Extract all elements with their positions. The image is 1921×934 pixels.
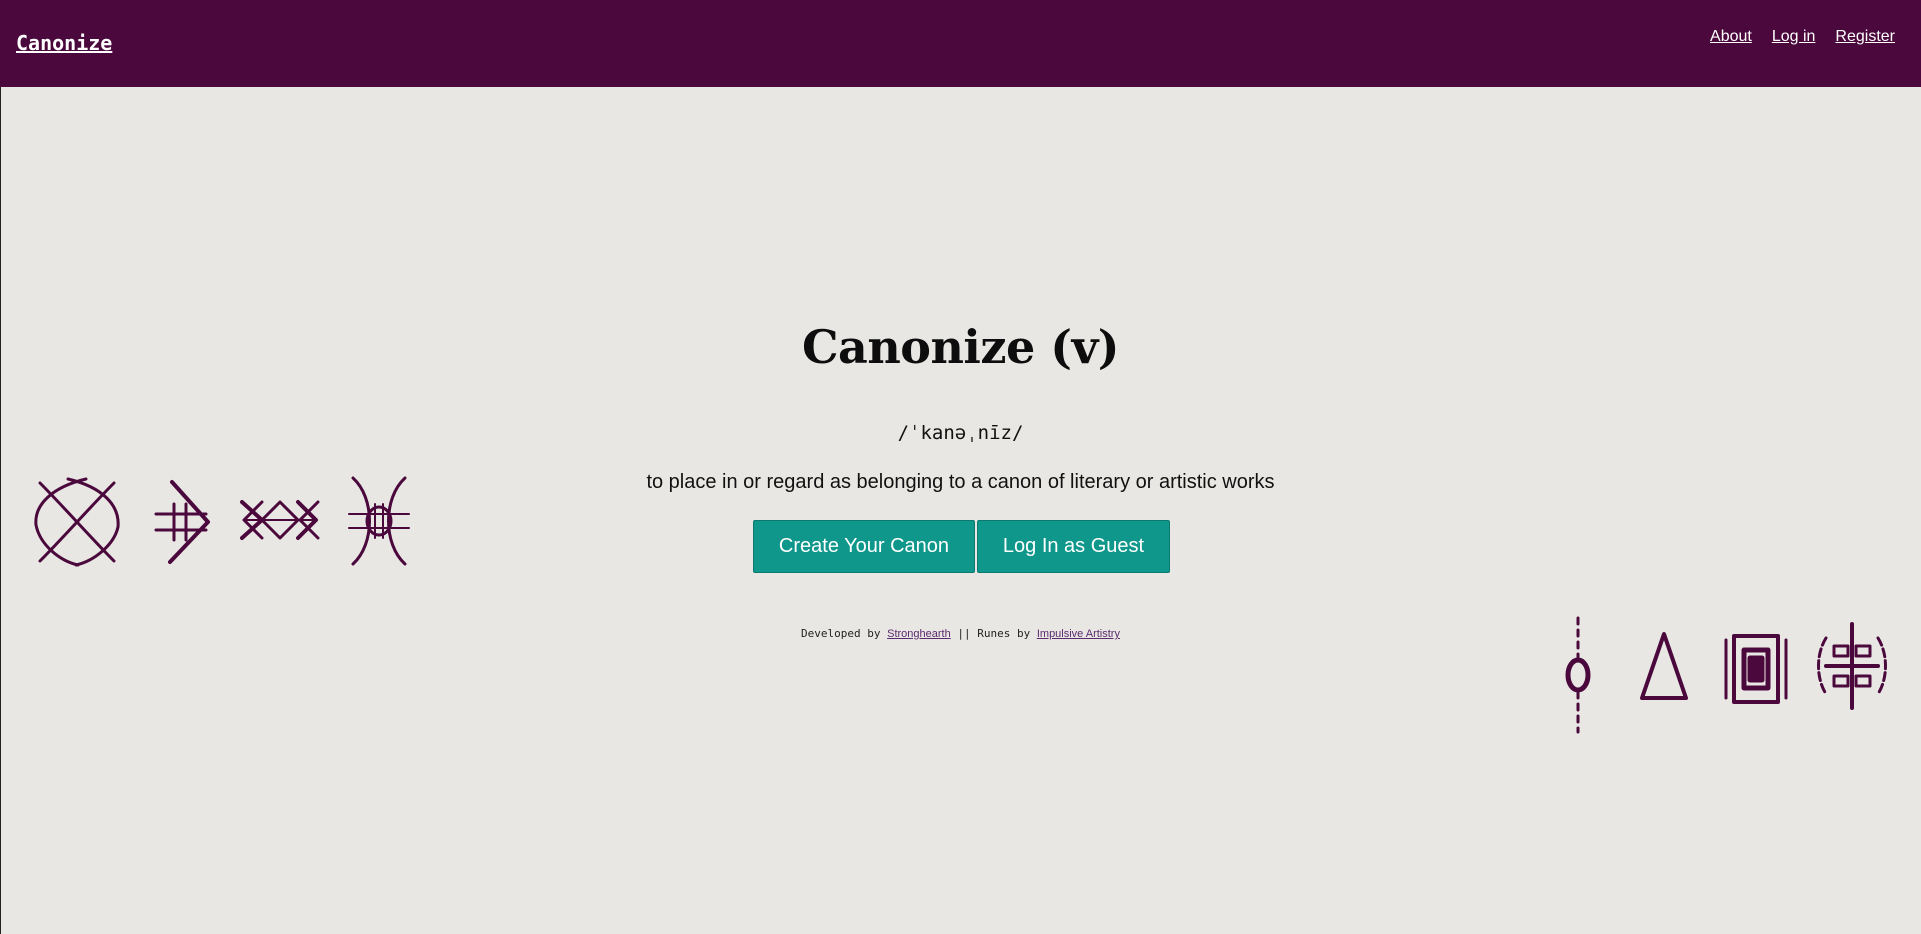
guest-login-button[interactable]: Log In as Guest bbox=[977, 520, 1170, 573]
nav-login-link[interactable]: Log in bbox=[1772, 28, 1816, 46]
create-canon-button[interactable]: Create Your Canon bbox=[753, 520, 975, 573]
nested-square-rune-icon bbox=[1722, 632, 1790, 706]
definition-text: to place in or regard as belonging to a … bbox=[646, 471, 1275, 493]
nav-links: About Log in Register bbox=[1710, 28, 1895, 46]
page-title: Canonize (v) bbox=[801, 320, 1120, 374]
pronunciation: /ˈkanəˌnīz/ bbox=[897, 422, 1024, 444]
nav-register-link[interactable]: Register bbox=[1835, 28, 1895, 46]
hero-section: Canonize (v) /ˈkanəˌnīz/ to place in or … bbox=[0, 0, 1921, 934]
credits-runes-label: Runes by bbox=[977, 627, 1031, 640]
zigzag-diamonds-rune-icon bbox=[240, 498, 320, 542]
nav-about-link[interactable]: About bbox=[1710, 28, 1752, 46]
artist-link[interactable]: Impulsive Artistry bbox=[1037, 628, 1120, 640]
crossed-loops-rune-icon bbox=[32, 475, 122, 569]
credits-developed-label: Developed by bbox=[801, 627, 881, 640]
dotted-oval-rune-icon bbox=[1562, 614, 1594, 736]
credits-separator: || bbox=[957, 627, 971, 640]
cross-boxes-rune-icon bbox=[1812, 620, 1892, 712]
arrow-bars-rune-icon bbox=[152, 478, 214, 566]
triangle-rune-icon bbox=[1636, 630, 1692, 702]
top-navbar: Canonize About Log in Register bbox=[0, 0, 1921, 87]
mirrored-arcs-rune-icon bbox=[345, 474, 413, 568]
left-edge-line bbox=[0, 0, 1, 934]
brand-link[interactable]: Canonize bbox=[16, 31, 112, 55]
credits-footer: Developed by Stronghearth || Runes by Im… bbox=[0, 627, 1921, 640]
developer-link[interactable]: Stronghearth bbox=[887, 628, 951, 640]
